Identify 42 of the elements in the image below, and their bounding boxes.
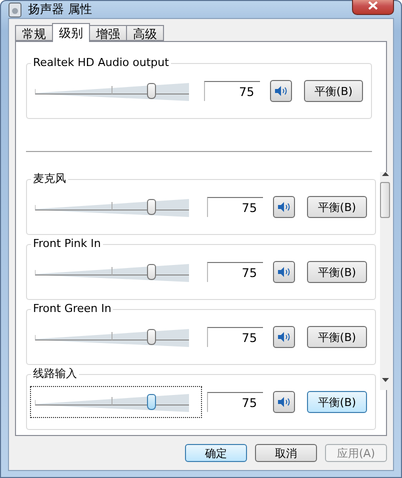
volume-field[interactable]: 75: [207, 327, 263, 347]
speaker-icon: [278, 332, 290, 342]
volume-field[interactable]: 75: [207, 392, 263, 412]
balance-button[interactable]: 平衡(B): [304, 80, 363, 102]
slider-thumb[interactable]: [146, 83, 156, 99]
channel-name: Realtek HD Audio output: [31, 56, 171, 70]
volume-field[interactable]: 75: [207, 197, 263, 217]
speaker-icon: [278, 202, 290, 212]
volume-field[interactable]: 75: [204, 81, 260, 101]
scrollbar[interactable]: [380, 172, 390, 390]
mute-button[interactable]: [273, 261, 295, 283]
close-button[interactable]: [352, 0, 394, 14]
speaker-icon: [278, 267, 290, 277]
scroll-down-icon: [382, 378, 388, 382]
speaker-icon: [275, 86, 288, 96]
mute-button[interactable]: [273, 391, 295, 413]
mute-button[interactable]: [273, 326, 295, 348]
tab[interactable]: 高级: [126, 25, 164, 41]
window-title: 扬声器 属性: [28, 1, 92, 18]
slider-thumb[interactable]: [146, 199, 156, 215]
scroll-thumb[interactable]: [380, 182, 390, 218]
tab[interactable]: 级别: [52, 23, 90, 42]
balance-button[interactable]: 平衡(B): [307, 196, 367, 218]
mute-button[interactable]: [270, 80, 292, 102]
slider-thumb[interactable]: [146, 329, 156, 345]
tab[interactable]: 增强: [89, 25, 127, 41]
slider-thumb[interactable]: [146, 264, 156, 280]
channel-name: 线路输入: [31, 367, 79, 381]
slider-thumb[interactable]: [146, 394, 156, 410]
volume-field[interactable]: 75: [207, 262, 263, 282]
balance-button[interactable]: 平衡(B): [307, 326, 367, 348]
dialog-button[interactable]: 确定: [185, 444, 247, 462]
speaker-icon: [278, 397, 290, 407]
close-icon: [368, 1, 378, 10]
balance-button[interactable]: 平衡(B): [307, 391, 367, 413]
volume-slider[interactable]: [31, 387, 201, 417]
dialog-button[interactable]: 取消: [255, 444, 317, 462]
scroll-up-icon: [382, 172, 388, 176]
channel-name: 麦克风: [31, 172, 68, 186]
balance-button[interactable]: 平衡(B): [307, 261, 367, 283]
tab[interactable]: 常规: [15, 25, 53, 41]
mute-button[interactable]: [273, 196, 295, 218]
